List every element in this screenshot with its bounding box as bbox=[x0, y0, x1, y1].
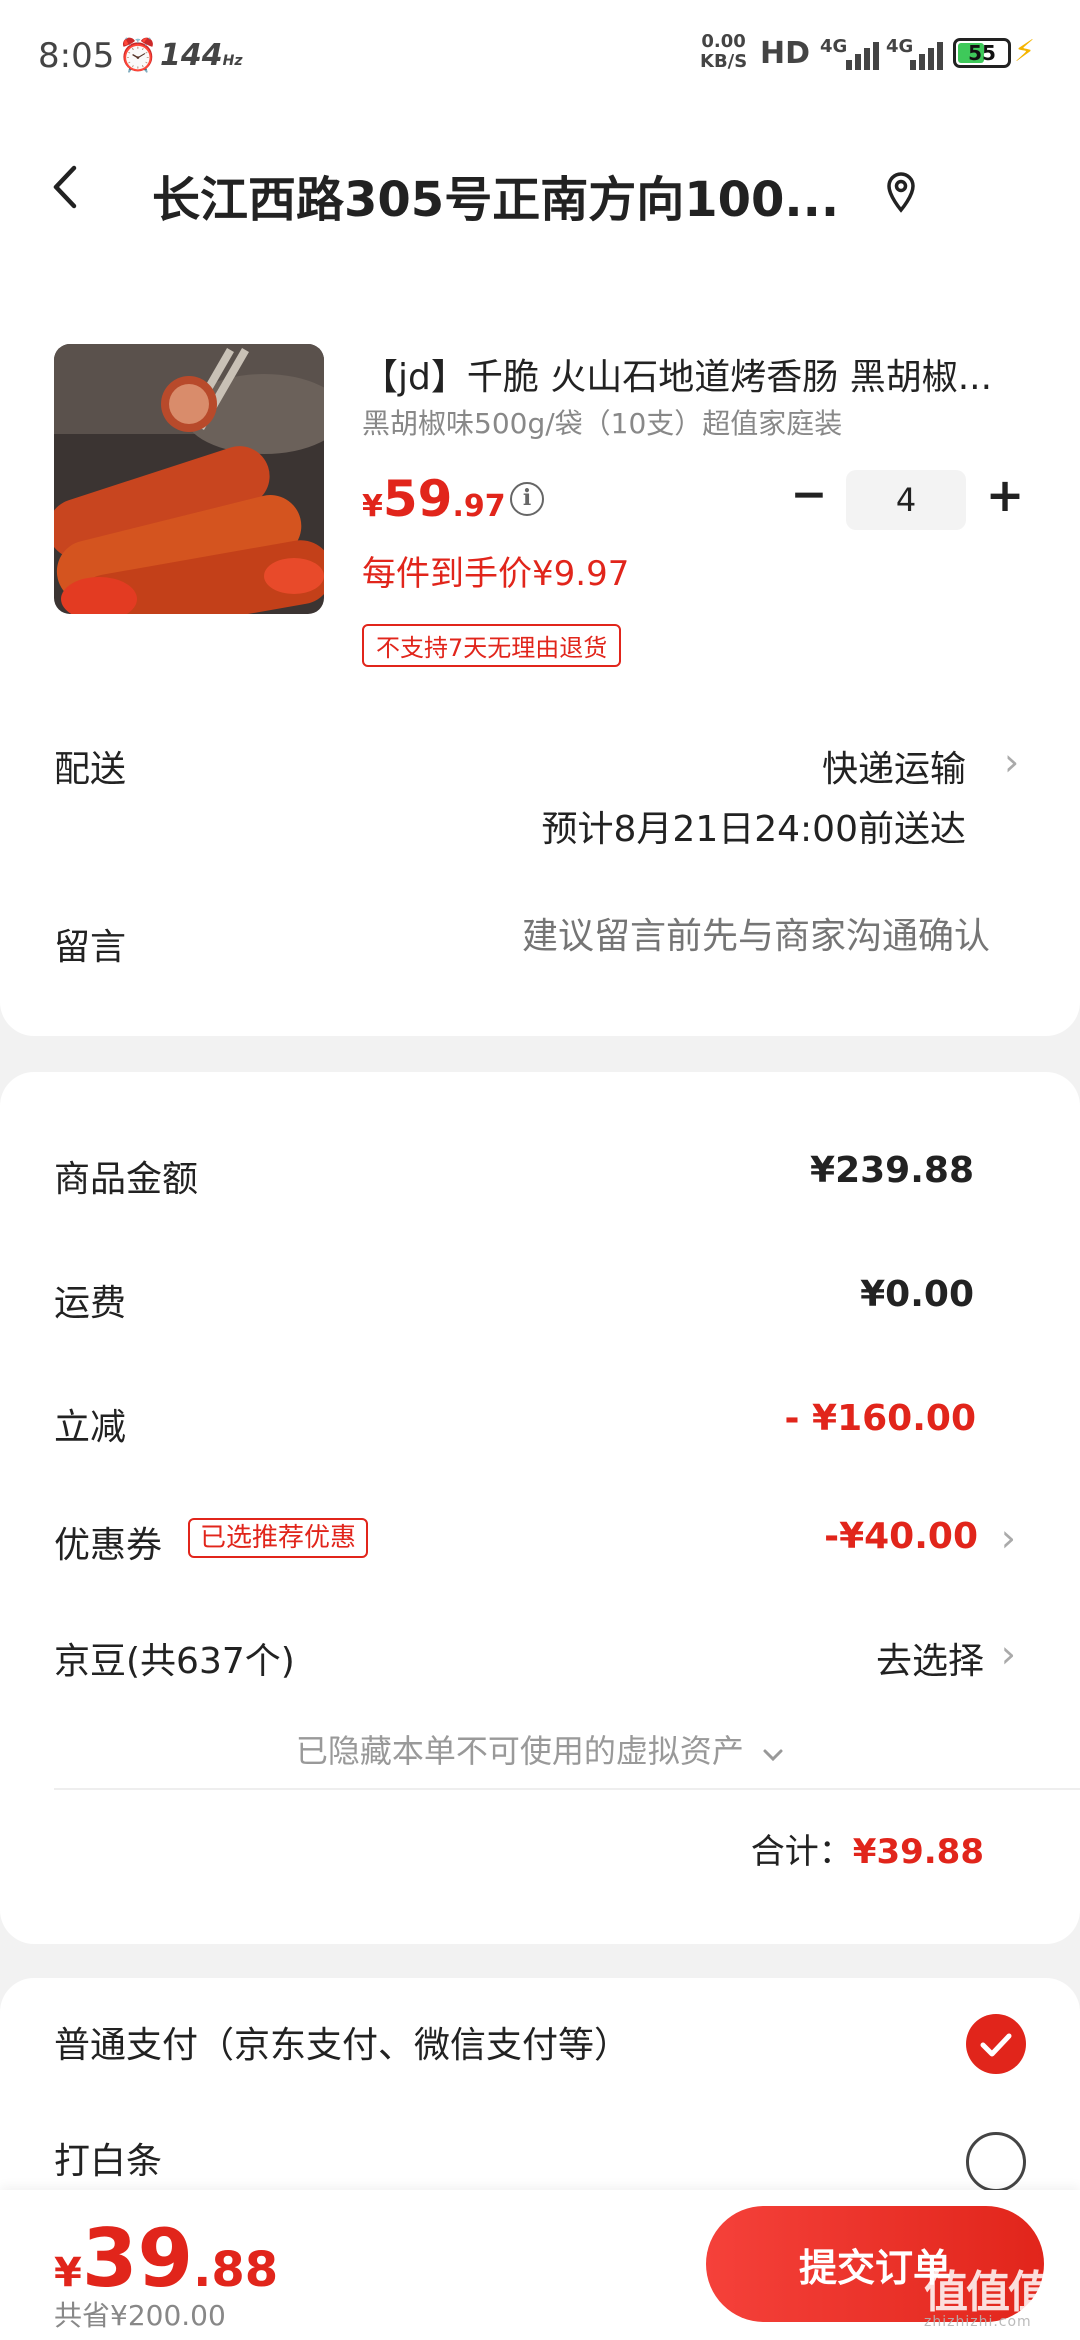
signal-bars-icon bbox=[846, 40, 882, 70]
jd-beans-label: 京豆(共637个) bbox=[54, 1641, 295, 1682]
coupon-selected-tag: 已选推荐优惠 bbox=[188, 1518, 369, 1558]
goods-amount-value: ¥239.88 bbox=[810, 1150, 974, 1191]
hidden-assets-text: 已隐藏本单不可使用的虚拟资产 bbox=[295, 1732, 744, 1770]
product-price: ¥59.97 bbox=[362, 470, 506, 528]
shipping-method[interactable]: 快递运输 bbox=[822, 740, 966, 792]
checkout-price-integer: 39 bbox=[81, 2212, 194, 2305]
net-speed-unit: KB/S bbox=[700, 51, 748, 72]
total-label: 合计： bbox=[750, 1832, 853, 1872]
watermark-text: 值值值 bbox=[924, 2267, 1052, 2318]
shipping-label: 配送 bbox=[54, 749, 127, 790]
signal-bars-icon-2 bbox=[910, 40, 946, 70]
battery-icon: 55 bbox=[953, 38, 1011, 68]
no-return-tag: 不支持7天无理由退货 bbox=[362, 624, 622, 667]
divider bbox=[54, 1788, 1080, 1790]
message-label: 留言 bbox=[54, 927, 127, 968]
chevron-right-icon[interactable]: › bbox=[1004, 740, 1019, 784]
watermark-subtext: zhizhizhi.com bbox=[924, 2314, 1032, 2330]
charging-icon: ⚡ bbox=[1014, 34, 1036, 69]
jd-beans-action: 去选择 bbox=[875, 1641, 984, 1682]
status-time: 8:05 bbox=[38, 36, 115, 76]
quantity-increase-button[interactable]: + bbox=[982, 468, 1028, 522]
instant-discount-label: 立减 bbox=[54, 1407, 127, 1448]
message-input[interactable] bbox=[420, 916, 990, 957]
chevron-left-icon bbox=[53, 165, 77, 209]
signal-label-1: 4G bbox=[820, 36, 848, 57]
refresh-rate-unit: Hz bbox=[222, 53, 243, 69]
price-summary-card: 商品金额 ¥239.88 运费 ¥0.00 立减 - ¥160.00 优惠券 已… bbox=[0, 1072, 1080, 1944]
freight-row: 运费 ¥0.00 bbox=[54, 1274, 984, 1334]
shipping-eta: 预计8月21日24:00前送达 bbox=[541, 809, 966, 850]
instant-discount-row: 立减 - ¥160.00 bbox=[54, 1398, 984, 1458]
chevron-right-icon: › bbox=[1000, 1516, 1016, 1560]
jd-beans-row[interactable]: 京豆(共637个) 去选择 › bbox=[54, 1632, 1016, 1692]
hidden-assets-toggle[interactable]: 已隐藏本单不可使用的虚拟资产 bbox=[0, 1726, 1080, 1772]
alarm-icon: ⏰ bbox=[118, 36, 158, 74]
price-integer: 59 bbox=[382, 470, 453, 528]
total-value: ¥39.88 bbox=[852, 1832, 984, 1872]
order-total: 合计：¥39.88 bbox=[751, 1824, 984, 1873]
net-speed: 0.00 KB/S bbox=[700, 32, 747, 72]
payment-option-baitiao[interactable]: 打白条 bbox=[54, 2132, 162, 2184]
product-image[interactable] bbox=[54, 344, 324, 614]
coupon-row[interactable]: 优惠券 已选推荐优惠 -¥40.00 › bbox=[54, 1516, 1016, 1576]
freight-label: 运费 bbox=[54, 1283, 127, 1324]
header: 长江西路305号正南方向100... bbox=[0, 110, 1080, 310]
hd-voice-icon: HD bbox=[760, 36, 811, 71]
back-button[interactable] bbox=[50, 162, 90, 222]
goods-amount-row: 商品金额 ¥239.88 bbox=[54, 1150, 984, 1210]
delivery-address[interactable]: 长江西路305号正南方向100... bbox=[152, 160, 872, 230]
price-currency: ¥ bbox=[362, 489, 383, 524]
checkout-currency: ¥ bbox=[54, 2250, 82, 2296]
refresh-rate: 144Hz bbox=[160, 38, 243, 73]
sausage-image bbox=[54, 344, 324, 614]
payment-option-normal-radio[interactable] bbox=[966, 2014, 1026, 2074]
price-decimal: .97 bbox=[452, 489, 506, 524]
quantity-stepper[interactable]: 4 bbox=[846, 470, 966, 530]
location-pin-icon[interactable] bbox=[884, 170, 918, 214]
info-icon[interactable]: i bbox=[510, 482, 544, 516]
status-bar: 8:05 ⏰ 144Hz 0.00 KB/S HD 4G 4G 55 ⚡ bbox=[0, 0, 1080, 110]
product-title[interactable]: 【jd】千脆 火山石地道烤香肠 黑胡椒... bbox=[362, 348, 1032, 400]
checkout-price-decimal: .88 bbox=[193, 2242, 279, 2298]
payment-option-baitiao-radio[interactable] bbox=[966, 2132, 1026, 2192]
watermark-logo: 值值值 zhizhizhi.com bbox=[924, 2256, 1074, 2330]
total-saved: 共省¥200.00 bbox=[54, 2299, 226, 2332]
battery-level: 55 bbox=[968, 41, 996, 65]
payment-option-normal[interactable]: 普通支付（京东支付、微信支付等） bbox=[54, 2016, 630, 2068]
goods-amount-label: 商品金额 bbox=[54, 1159, 199, 1200]
freight-value: ¥0.00 bbox=[860, 1274, 974, 1315]
product-spec: 黑胡椒味500g/袋（10支）超值家庭装 bbox=[362, 407, 843, 440]
coupon-label: 优惠券 bbox=[54, 1525, 163, 1566]
chevron-down-icon bbox=[763, 1749, 783, 1762]
instant-discount-value: - ¥160.00 bbox=[784, 1398, 976, 1439]
coupon-value: -¥40.00 bbox=[824, 1516, 978, 1557]
quantity-decrease-button[interactable]: − bbox=[786, 470, 832, 520]
refresh-rate-value: 144 bbox=[160, 38, 223, 73]
chevron-right-icon: › bbox=[1000, 1632, 1016, 1676]
bottom-checkout-bar: ¥39.88 共省¥200.00 提交订单 bbox=[0, 2190, 1080, 2340]
order-item-card: 【jd】千脆 火山石地道烤香肠 黑胡椒... 黑胡椒味500g/袋（10支）超值… bbox=[0, 310, 1080, 1036]
check-icon bbox=[980, 2033, 1012, 2057]
checkout-price: ¥39.88 bbox=[54, 2212, 278, 2305]
per-item-price: 每件到手价¥9.97 bbox=[362, 554, 630, 594]
net-speed-value: 0.00 bbox=[701, 31, 746, 52]
